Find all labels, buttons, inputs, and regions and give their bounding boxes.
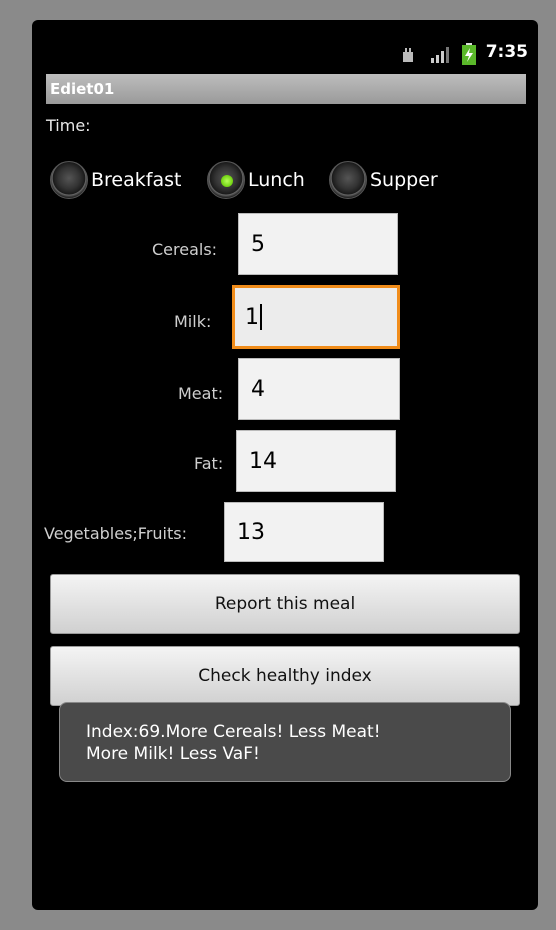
fat-value: 14 xyxy=(249,448,277,474)
signal-icon xyxy=(430,46,450,68)
text-caret xyxy=(260,304,262,330)
app-title-bar: Ediet01 xyxy=(46,74,526,104)
radio-unchecked-icon[interactable] xyxy=(329,161,367,199)
radio-unchecked-icon[interactable] xyxy=(50,161,88,199)
radio-breakfast[interactable]: Breakfast xyxy=(50,160,181,200)
milk-value: 1 xyxy=(245,304,259,330)
radio-lunch[interactable]: Lunch xyxy=(207,160,305,200)
radio-label-supper[interactable]: Supper xyxy=(370,169,438,191)
meat-value: 4 xyxy=(251,376,265,402)
fat-label: Fat: xyxy=(194,454,224,473)
veg-fruits-value: 13 xyxy=(237,519,265,545)
time-label: Time: xyxy=(46,116,91,135)
cereals-value: 5 xyxy=(251,231,265,257)
phone-screen: 7:35 Ediet01 Time: Breakfast Lunch Suppe… xyxy=(32,20,538,910)
radio-supper[interactable]: Supper xyxy=(329,160,438,200)
cereals-input[interactable]: 5 xyxy=(238,213,398,275)
usb-debug-icon xyxy=(400,46,416,68)
check-index-button[interactable]: Check healthy index xyxy=(50,646,520,706)
radio-label-lunch[interactable]: Lunch xyxy=(248,169,305,191)
toast-line-2: More Milk! Less VaF! xyxy=(86,744,260,764)
toast-line-1: Index:69.More Cereals! Less Meat! xyxy=(86,722,381,742)
battery-charging-icon xyxy=(462,43,476,69)
cereals-label: Cereals: xyxy=(152,240,218,259)
meat-label: Meat: xyxy=(178,384,224,403)
fat-input[interactable]: 14 xyxy=(236,430,396,492)
radio-label-breakfast[interactable]: Breakfast xyxy=(91,169,181,191)
radio-checked-icon[interactable] xyxy=(207,161,245,199)
veg-fruits-input[interactable]: 13 xyxy=(224,502,384,562)
status-time: 7:35 xyxy=(485,42,528,62)
status-bar: 7:35 xyxy=(32,20,538,68)
milk-input[interactable]: 1 xyxy=(232,285,400,349)
meat-input[interactable]: 4 xyxy=(238,358,400,420)
milk-label: Milk: xyxy=(174,312,212,331)
report-meal-button[interactable]: Report this meal xyxy=(50,574,520,634)
veg-fruits-label: Vegetables;Fruits: xyxy=(44,524,187,543)
toast-message: Index:69.More Cereals! Less Meat! More M… xyxy=(59,702,511,782)
